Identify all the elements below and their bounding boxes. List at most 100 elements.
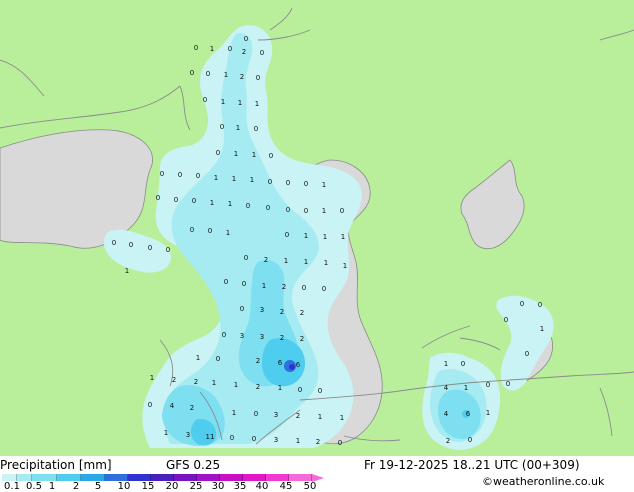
legend-label: 0.5 (26, 481, 42, 492)
precip-value-label: 4 (170, 402, 175, 410)
precip-value-label: 1 (238, 99, 242, 107)
precip-value-label: 0 (268, 178, 272, 186)
precip-value-label: 0 (520, 300, 524, 308)
precip-value-label: 0 (302, 284, 306, 292)
precip-value-label: 0 (298, 386, 302, 394)
precip-value-label: 0 (260, 49, 264, 57)
precip-value-label: 1 (296, 437, 300, 445)
precip-value-label: 0 (506, 380, 510, 388)
precip-value-label: 3 (186, 431, 190, 439)
precip-value-label: 1 (210, 199, 214, 207)
precip-value-label: 6 (296, 361, 301, 369)
precip-value-label: 0 (269, 152, 273, 160)
precip-value-label: 0 (285, 231, 289, 239)
precip-value-label: 0 (468, 436, 472, 444)
precip-value-label: 0 (538, 301, 542, 309)
precip-value-label: 1 (540, 325, 544, 333)
precip-value-label: 0 (224, 278, 228, 286)
precip-value-label: 0 (266, 204, 270, 212)
precip-value-label: 0 (504, 316, 508, 324)
model-label: GFS 0.25 (166, 458, 221, 472)
precipitation-map: 0 1 0 0 2 0 0 0 1 2 0 0 1 1 1 0 1 0 0 1 1 0 0 0 0 1 1 1 0 0 0 1 0 0 0 1 1 0 0 0… (0, 0, 634, 456)
legend-label: 5 (94, 481, 102, 492)
precip-value-label: 1 (226, 229, 230, 237)
precip-value-label: 2 (316, 438, 320, 446)
precip-value-label: 0 (190, 226, 194, 234)
precip-value-label: 0 (230, 434, 234, 442)
precip-value-label: 0 (304, 207, 308, 215)
precip-value-label: 0 (196, 172, 200, 180)
legend-swatch (128, 474, 151, 481)
precip-value-label: 2 (300, 335, 304, 343)
precip-value-label: 0 (244, 35, 248, 43)
precip-value-label: 1 (224, 71, 228, 79)
precip-value-label: 0 (208, 227, 212, 235)
legend-swatch (151, 474, 174, 481)
precip-value-label: 1 (318, 413, 322, 421)
legend-label: 1 (48, 481, 56, 492)
precip-value-label: 1 (284, 257, 288, 265)
precip-value-label: 2 (296, 412, 300, 420)
precip-value-label: 1 (304, 232, 308, 240)
precip-value-label: 1 (322, 207, 326, 215)
precip-value-label: 0 (203, 96, 207, 104)
precip-value-label: 0 (112, 239, 116, 247)
precip-value-label: 6 (466, 410, 471, 418)
legend-swatch (266, 474, 289, 481)
legend-label: 40 (255, 481, 269, 492)
legend-swatch (243, 474, 266, 481)
precip-value-label: 0 (222, 331, 226, 339)
legend-label: 10 (117, 481, 131, 492)
precip-value-label: 0 (254, 125, 258, 133)
precip-value-label: 1 (228, 200, 232, 208)
legend-label: 25 (189, 481, 203, 492)
precip-value-label: 3 (260, 333, 264, 341)
precip-value-label: 1 (324, 259, 328, 267)
credit-label: ©weatheronline.co.uk (482, 475, 605, 488)
legend-label: 50 (303, 481, 317, 492)
precip-value-label: 0 (178, 171, 182, 179)
precip-value-label: 1 (278, 384, 282, 392)
precip-value-label: 1 (464, 384, 468, 392)
precip-value-label: 0 (461, 360, 465, 368)
precip-value-label: 2 (446, 437, 450, 445)
precip-value-label: 2 (300, 309, 304, 317)
precip-value-label: 0 (486, 381, 490, 389)
precip-value-label: 1 (252, 151, 256, 159)
precip-value-label: 0 (160, 170, 164, 178)
precip-value-label: 0 (318, 387, 322, 395)
precip-value-label: 1 (486, 409, 490, 417)
precip-value-label: 1 (340, 414, 344, 422)
precip-value-label: 2 (280, 334, 284, 342)
precip-value-label: 6 (278, 359, 283, 367)
precip-value-label: 1 (212, 379, 216, 387)
precip-value-label: 0 (194, 44, 198, 52)
legend-label: 20 (165, 481, 179, 492)
precip-value-label: 1 (232, 409, 236, 417)
precip-value-label: 1 (232, 175, 236, 183)
legend-swatch (289, 474, 312, 481)
precip-value-label: 4 (444, 384, 449, 392)
precip-value-label: 2 (256, 357, 260, 365)
map-canvas: 0 1 0 0 2 0 0 0 1 2 0 0 1 1 1 0 1 0 0 1 1 0 0 0 0 1 1 1 0 0 0 1 0 0 0 1 1 0 0 0… (0, 0, 634, 456)
precip-value-label: 4 (444, 410, 449, 418)
precip-value-label: 2 (264, 256, 268, 264)
precip-value-label: 0 (246, 202, 250, 210)
precip-value-label: 0 (244, 254, 248, 262)
legend-label: 45 (279, 481, 293, 492)
precip-value-label: 0 (286, 179, 290, 187)
precip-value-label: 1 (341, 233, 345, 241)
precip-value-label: 2 (190, 404, 194, 412)
precip-value-label: 0 (190, 69, 194, 77)
legend-swatch (220, 474, 243, 481)
precip-value-label: 1 (444, 360, 448, 368)
precip-value-label: 1 (150, 374, 154, 382)
precip-value-label: 0 (220, 123, 224, 131)
legend-swatch (105, 474, 128, 481)
precip-value-label: 1 (234, 381, 238, 389)
precip-value-label: 0 (148, 401, 152, 409)
legend-swatch (32, 474, 57, 481)
precip-value-label: 1 (125, 267, 129, 275)
precip-value-label: 3 (260, 306, 264, 314)
precip-value-label: 1 (221, 98, 225, 106)
